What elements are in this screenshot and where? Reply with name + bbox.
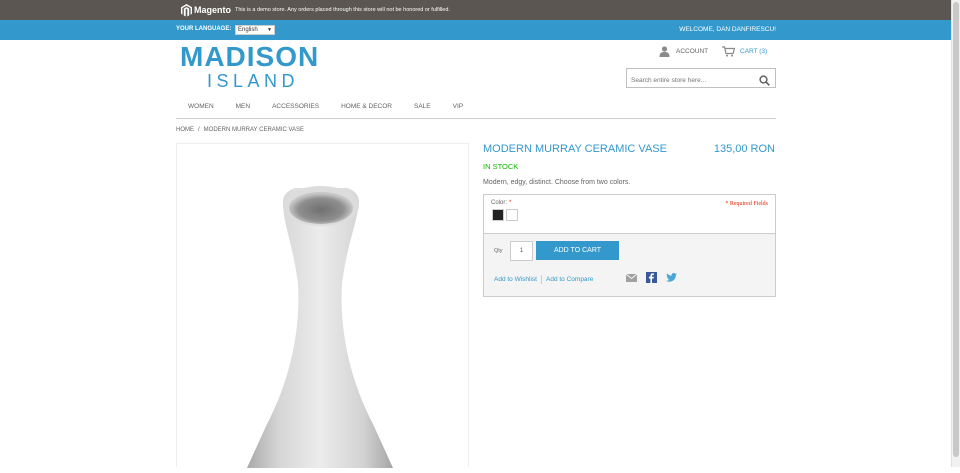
demo-notice-bar: Magento This is a demo store. Any orders… xyxy=(0,0,951,20)
product-options: Color: * * Required Fields xyxy=(483,194,776,233)
product-short-description: Modern, edgy, distinct. Choose from two … xyxy=(483,179,631,186)
search-button[interactable] xyxy=(759,73,770,91)
links-divider xyxy=(541,275,542,284)
breadcrumb-home[interactable]: HOME xyxy=(176,127,194,133)
demo-notice-text: This is a demo store. Any orders placed … xyxy=(235,7,450,13)
color-swatch-black[interactable] xyxy=(492,209,504,221)
search-box xyxy=(626,68,776,91)
email-friend-link[interactable] xyxy=(626,273,637,282)
cart-label: CART (3) xyxy=(740,48,768,55)
add-to-cart-button[interactable]: ADD TO CART xyxy=(536,241,619,260)
product-price: 135,00 RON xyxy=(713,143,775,155)
required-star: * xyxy=(509,200,512,206)
search-input[interactable] xyxy=(627,71,752,90)
cart-link[interactable]: CART (3) xyxy=(722,46,767,57)
product-image-container xyxy=(176,143,469,468)
add-to-compare-link[interactable]: Add to Compare xyxy=(546,276,593,283)
scrollbar-thumb[interactable] xyxy=(953,2,959,457)
add-to-cart-box: Qty 1 ADD TO CART Add to Wishlist Add to… xyxy=(483,233,776,297)
magento-logo: Magento xyxy=(181,3,231,17)
twitter-share-link[interactable] xyxy=(666,273,677,282)
logo-line1: MADISON xyxy=(180,41,320,72)
page-scrollbar[interactable] xyxy=(951,0,960,467)
logo-line2: ISLAND xyxy=(207,71,300,91)
required-fields-note: * Required Fields xyxy=(725,201,768,207)
qty-label: Qty xyxy=(494,248,503,254)
store-logo[interactable]: MADISON ISLAND xyxy=(180,41,320,92)
nav-item-men[interactable]: MEN xyxy=(236,103,250,118)
account-label: ACCOUNT xyxy=(676,48,709,55)
nav-item-sale[interactable]: SALE xyxy=(414,103,431,118)
account-icon xyxy=(659,46,670,57)
language-select[interactable]: English ▼ xyxy=(235,25,275,35)
qty-input[interactable]: 1 xyxy=(510,241,533,261)
welcome-message: WELCOME, DAN DANFIRESCU! xyxy=(679,26,776,33)
account-link[interactable]: ACCOUNT xyxy=(659,46,708,57)
breadcrumb-current: MODERN MURRAY CERAMIC VASE xyxy=(203,127,305,133)
language-bar: YOUR LANGUAGE: English ▼ WELCOME, DAN DA… xyxy=(0,20,951,40)
language-label: YOUR LANGUAGE: xyxy=(176,26,232,32)
nav-item-home-decor[interactable]: HOME & DECOR xyxy=(341,103,392,118)
color-swatch-white[interactable] xyxy=(506,209,518,221)
twitter-icon xyxy=(666,273,677,282)
cart-icon xyxy=(722,46,735,57)
product-image[interactable] xyxy=(177,144,468,468)
facebook-icon xyxy=(646,272,657,283)
color-label-text: Color: xyxy=(491,200,508,206)
main-navigation: WOMEN MEN ACCESSORIES HOME & DECOR SALE … xyxy=(176,103,776,119)
share-links xyxy=(626,272,686,283)
magento-brand-text: Magento xyxy=(194,5,231,15)
nav-item-accessories[interactable]: ACCESSORIES xyxy=(272,103,319,118)
nav-item-vip[interactable]: VIP xyxy=(453,103,463,118)
product-name: MODERN MURRAY CERAMIC VASE xyxy=(483,143,667,155)
chevron-down-icon: ▼ xyxy=(267,27,272,33)
language-selected-value: English xyxy=(238,27,258,33)
breadcrumb: HOME / MODERN MURRAY CERAMIC VASE xyxy=(176,127,304,133)
facebook-share-link[interactable] xyxy=(646,272,657,283)
product-links: Add to Wishlist Add to Compare xyxy=(494,275,593,284)
email-icon xyxy=(626,273,637,282)
nav-item-women[interactable]: WOMEN xyxy=(188,103,214,118)
add-to-wishlist-link[interactable]: Add to Wishlist xyxy=(494,276,537,283)
color-label: Color: * xyxy=(491,200,511,206)
breadcrumb-separator: / xyxy=(198,127,200,133)
magento-logo-icon xyxy=(181,3,192,16)
stock-status: IN STOCK xyxy=(483,162,519,171)
search-icon xyxy=(759,75,770,86)
